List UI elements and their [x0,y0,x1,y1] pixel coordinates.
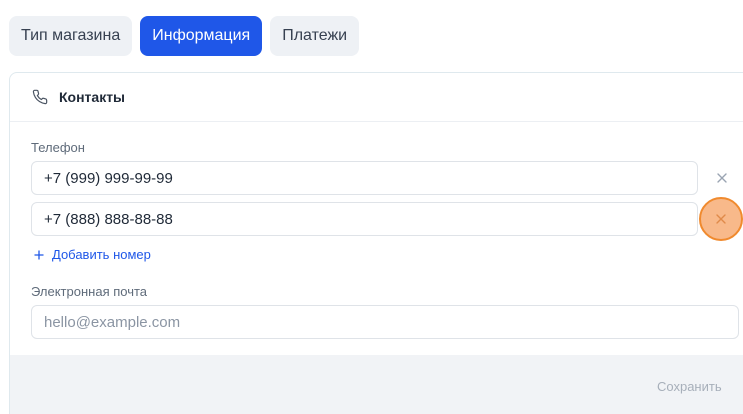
tab-information[interactable]: Информация [140,16,263,56]
contacts-header: Контакты [10,73,743,122]
tab-bar: Тип магазина Информация Платежи [9,16,360,56]
email-label: Электронная почта [31,284,148,299]
tab-store-type[interactable]: Тип магазина [9,16,133,56]
phone-icon [32,89,48,105]
close-icon [717,173,727,183]
plus-icon [34,249,44,260]
email-input[interactable]: hello@example.com [31,305,739,339]
tab-payments[interactable]: Платежи [270,16,360,56]
remove-phone-1-button[interactable] [709,165,735,191]
card-title: Контакты [59,89,126,105]
card-footer: Сохранить [10,355,743,414]
close-icon [716,214,726,224]
contacts-card: Контакты Телефон +7 (999) 999-99-99 +7 (… [9,72,743,414]
phone-input-2[interactable]: +7 (888) 888-88-88 [31,202,698,236]
save-button[interactable]: Сохранить [657,379,722,394]
add-phone-label: Добавить номер [52,247,151,262]
phone-input-1[interactable]: +7 (999) 999-99-99 [31,161,698,195]
add-phone-button[interactable]: Добавить номер [34,247,151,262]
remove-phone-2-button[interactable] [699,197,743,241]
phone-label: Телефон [31,140,85,155]
